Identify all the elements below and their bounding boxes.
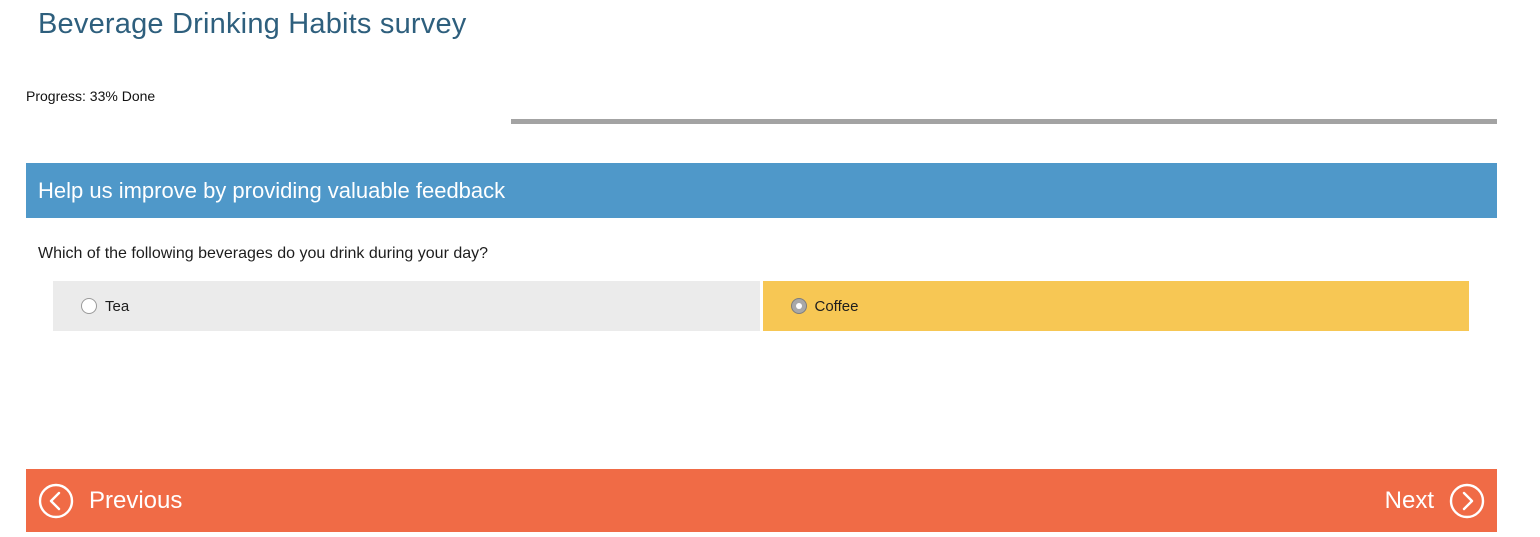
section-header: Help us improve by providing valuable fe…: [26, 163, 1497, 218]
option-label-tea: Tea: [105, 297, 130, 315]
answer-options: Tea Coffee: [53, 281, 1469, 331]
chevron-right-circle-icon: [1449, 483, 1485, 518]
option-tea[interactable]: Tea: [53, 281, 760, 331]
next-button[interactable]: Next: [1385, 483, 1497, 519]
question-text: Which of the following beverages do you …: [38, 245, 489, 262]
radio-button-tea[interactable]: [81, 298, 97, 314]
navigation-bar: Previous Next: [26, 469, 1497, 532]
previous-button-label: Previous: [89, 486, 183, 514]
option-coffee[interactable]: Coffee: [762, 281, 1469, 331]
chevron-left-circle-icon: [38, 483, 74, 518]
radio-button-coffee[interactable]: [790, 298, 807, 314]
previous-button[interactable]: Previous: [26, 483, 182, 519]
survey-title: Beverage Drinking Habits survey: [38, 8, 467, 40]
option-label-coffee: Coffee: [814, 297, 859, 315]
next-button-label: Next: [1384, 486, 1434, 514]
progress-label: Progress: 33% Done: [26, 88, 156, 104]
progress-bar: [511, 119, 1497, 124]
